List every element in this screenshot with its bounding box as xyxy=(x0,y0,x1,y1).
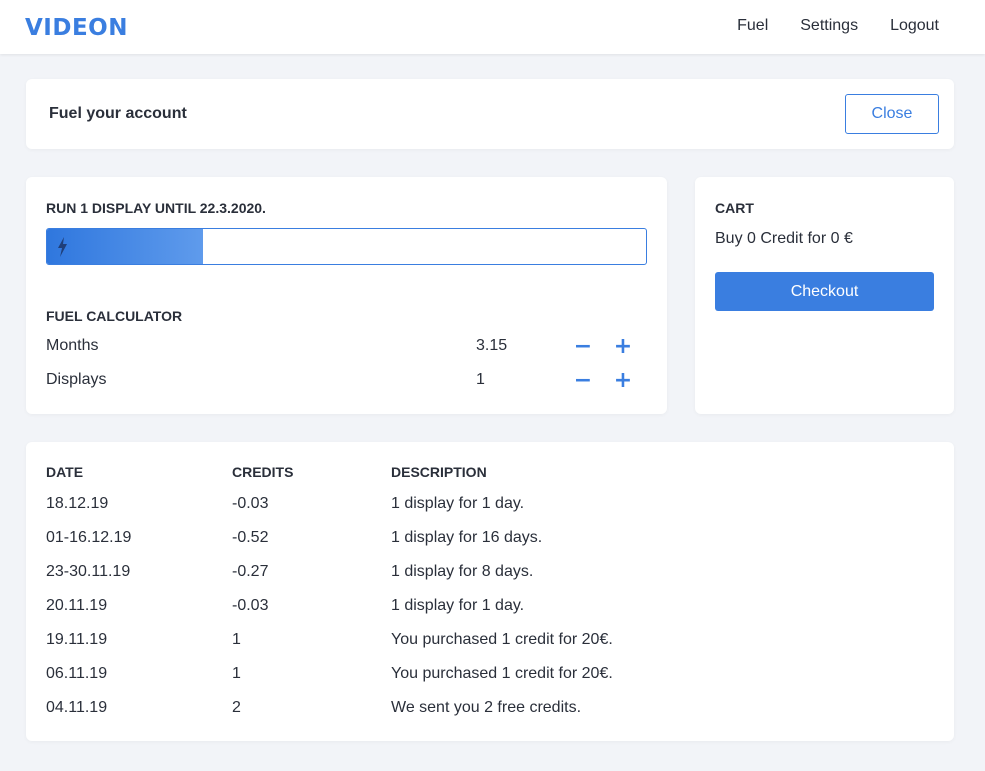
calc-row-months: Months 3.15 − + xyxy=(46,335,647,361)
cell-credits: -0.03 xyxy=(232,597,269,614)
table-row: 04.11.19 2 We sent you 2 free credits. xyxy=(26,699,954,733)
displays-label: Displays xyxy=(46,371,107,388)
table-row: 19.11.19 1 You purchased 1 credit for 20€. xyxy=(26,631,954,665)
displays-decrement-button[interactable]: − xyxy=(571,369,595,393)
nav-link-fuel[interactable]: Fuel xyxy=(737,17,768,35)
checkout-button[interactable]: Checkout xyxy=(715,272,934,311)
table-row: 18.12.19 -0.03 1 display for 1 day. xyxy=(26,495,954,529)
cell-description: 1 display for 1 day. xyxy=(391,597,525,614)
nav-link-logout[interactable]: Logout xyxy=(890,17,939,35)
page-title: Fuel your account xyxy=(49,105,187,122)
fuel-progress-bar xyxy=(46,228,647,265)
calc-row-displays: Displays 1 − + xyxy=(46,369,647,395)
months-increment-button[interactable]: + xyxy=(611,335,635,359)
fuel-header-card: Fuel your account Close xyxy=(26,79,954,149)
main-nav: Fuel Settings Logout xyxy=(737,17,939,35)
nav-link-settings[interactable]: Settings xyxy=(800,17,858,35)
cell-description: We sent you 2 free credits. xyxy=(391,699,582,716)
fuel-card: RUN 1 DISPLAY UNTIL 22.3.2020. FUEL CALC… xyxy=(26,177,667,414)
months-value: 3.15 xyxy=(476,337,508,354)
cell-date: 06.11.19 xyxy=(46,665,108,682)
fuel-calculator-label: FUEL CALCULATOR xyxy=(46,308,183,324)
cart-summary: Buy 0 Credit for 0 € xyxy=(715,230,853,247)
fuel-progress-fill xyxy=(47,229,203,264)
cell-credits: -0.27 xyxy=(232,563,269,580)
bolt-icon xyxy=(58,237,67,257)
close-button[interactable]: Close xyxy=(845,94,939,134)
table-row: 01-16.12.19 -0.52 1 display for 16 days. xyxy=(26,529,954,563)
cell-date: 20.11.19 xyxy=(46,597,108,614)
cart-title: CART xyxy=(715,200,754,216)
months-decrement-button[interactable]: − xyxy=(571,335,595,359)
run-until-label: RUN 1 DISPLAY UNTIL 22.3.2020. xyxy=(46,200,266,216)
table-row: 20.11.19 -0.03 1 display for 1 day. xyxy=(26,597,954,631)
cell-date: 23-30.11.19 xyxy=(46,563,131,580)
cell-date: 19.11.19 xyxy=(46,631,108,648)
history-card: DATE CREDITS DESCRIPTION 18.12.19 -0.03 1 … xyxy=(26,442,954,741)
cell-date: 18.12.19 xyxy=(46,495,109,512)
cell-credits: 1 xyxy=(232,631,241,648)
cell-credits: -0.52 xyxy=(232,529,269,546)
column-header-date: DATE xyxy=(46,464,84,480)
cell-credits: -0.03 xyxy=(232,495,269,512)
cell-description: 1 display for 1 day. xyxy=(391,495,525,512)
column-header-description: DESCRIPTION xyxy=(391,464,487,480)
cell-description: 1 display for 16 days. xyxy=(391,529,543,546)
displays-value: 1 xyxy=(476,371,485,388)
cell-description: You purchased 1 credit for 20€. xyxy=(391,665,613,682)
cart-card: CART Buy 0 Credit for 0 € Checkout xyxy=(695,177,954,414)
cell-credits: 2 xyxy=(232,699,241,716)
table-row: 06.11.19 1 You purchased 1 credit for 20€. xyxy=(26,665,954,699)
months-label: Months xyxy=(46,337,99,354)
cell-description: You purchased 1 credit for 20€. xyxy=(391,631,613,648)
cell-credits: 1 xyxy=(232,665,241,682)
displays-increment-button[interactable]: + xyxy=(611,369,635,393)
cell-date: 04.11.19 xyxy=(46,699,108,716)
top-bar: VIDEON Fuel Settings Logout xyxy=(0,0,985,54)
logo[interactable]: VIDEON xyxy=(25,15,128,41)
cell-description: 1 display for 8 days. xyxy=(391,563,534,580)
cell-date: 01-16.12.19 xyxy=(46,529,132,546)
column-header-credits: CREDITS xyxy=(232,464,294,480)
table-row: 23-30.11.19 -0.27 1 display for 8 days. xyxy=(26,563,954,597)
